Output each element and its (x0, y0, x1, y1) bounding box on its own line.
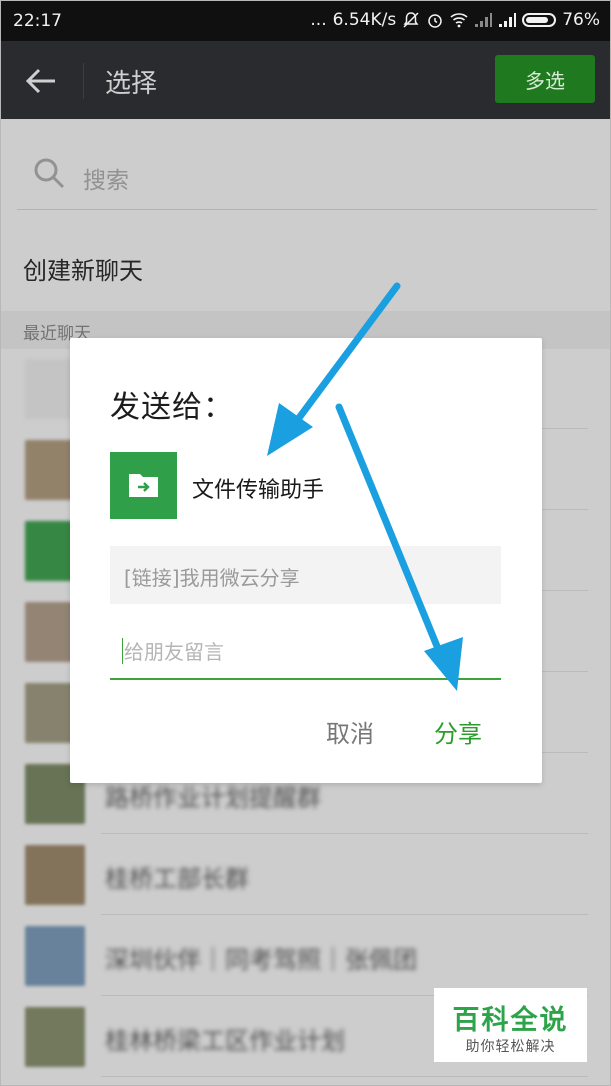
page-title: 选择 (105, 69, 158, 99)
back-arrow-icon[interactable] (19, 59, 63, 103)
shared-link-preview: [链接]我用微云分享 (110, 546, 501, 604)
network-speed: 6.54K/s (332, 10, 397, 30)
alarm-icon (428, 14, 442, 28)
watermark-logo: 百科全说 助你轻松解决 (434, 988, 587, 1062)
dialog-title: 发送给： (110, 390, 234, 425)
signal-icon (475, 13, 493, 27)
app-bar: 选择 多选 (1, 41, 610, 119)
watermark-title: 百科全说 (452, 1005, 569, 1036)
wifi-icon (450, 13, 468, 28)
signal-icon (499, 13, 517, 27)
status-time: 22:17 (13, 11, 62, 31)
battery-icon (522, 13, 557, 27)
message-field[interactable] (110, 626, 501, 680)
mute-icon (403, 12, 419, 28)
multi-select-button[interactable]: 多选 (495, 55, 595, 103)
status-icons: ... 6.54K/s 76% (310, 10, 600, 30)
share-button[interactable]: 分享 (434, 714, 482, 749)
message-input[interactable] (122, 634, 486, 670)
watermark-subtitle: 助你轻松解决 (465, 1039, 556, 1055)
text-caret (122, 638, 123, 664)
status-bar: 22:17 ... 6.54K/s 76% (1, 1, 610, 41)
send-to-dialog: 发送给： 文件传输助手 [链接]我用微云分享 取消 分享 (70, 338, 542, 783)
shared-link-text: [链接]我用微云分享 (124, 566, 300, 590)
recipient-name: 文件传输助手 (192, 478, 325, 503)
battery-percent: 76% (562, 10, 600, 30)
status-dots: ... (310, 10, 327, 30)
folder-arrow-icon (110, 452, 177, 519)
cancel-button[interactable]: 取消 (326, 714, 374, 749)
screen: 22:17 ... 6.54K/s 76% 选择 多选 搜索 创建新聊天 最近聊… (0, 0, 611, 1086)
appbar-divider (83, 63, 84, 99)
